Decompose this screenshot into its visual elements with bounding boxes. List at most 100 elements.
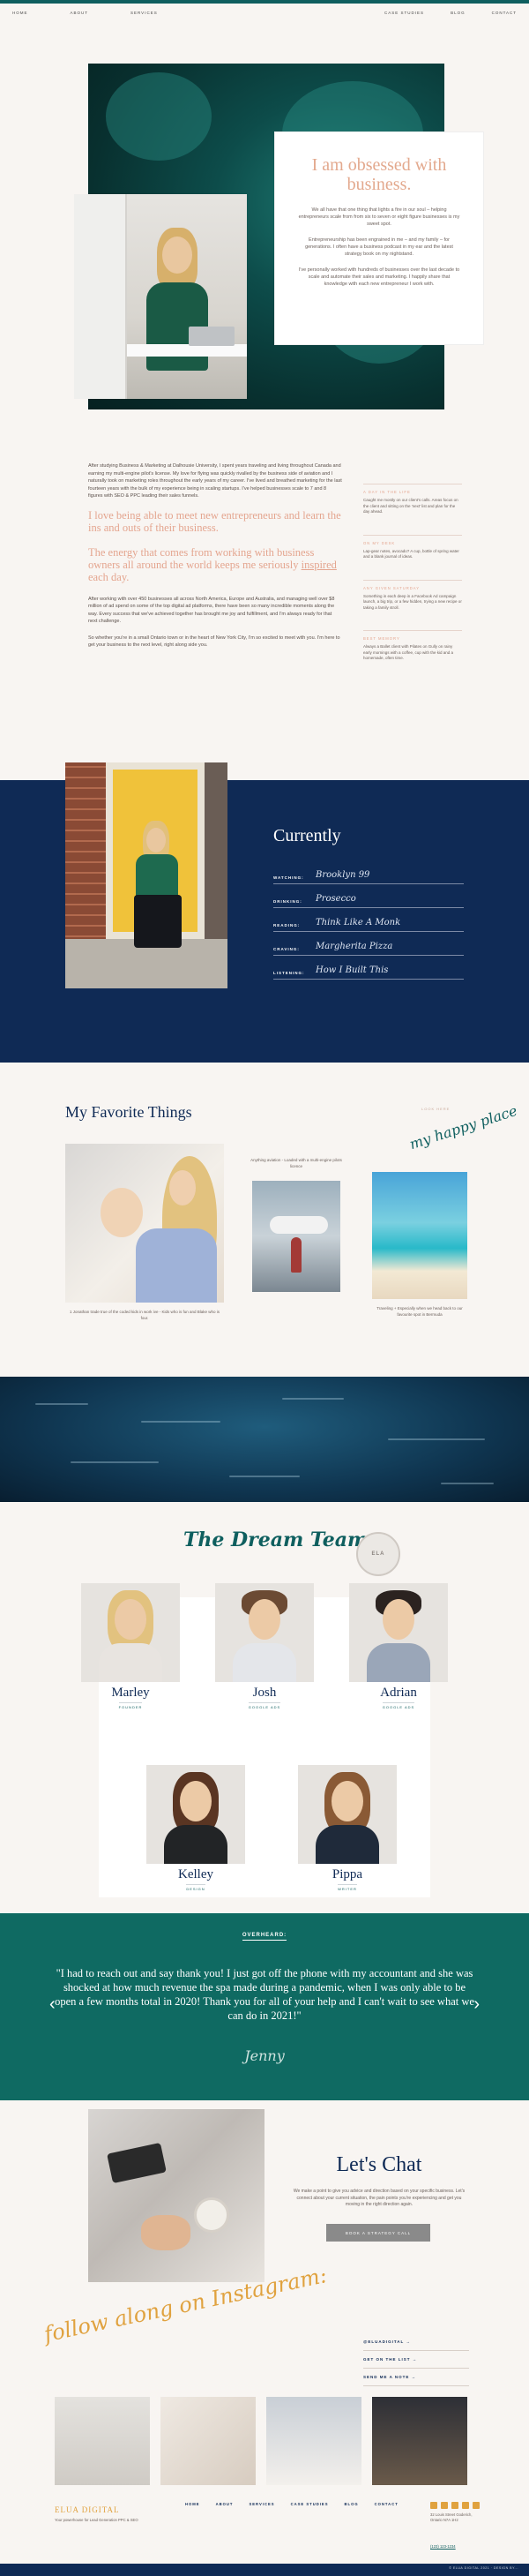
- photo-cabinet: [74, 194, 127, 399]
- get-on-list-link[interactable]: GET ON THE LIST →: [363, 2351, 469, 2369]
- currently-row: READING: Think Like A Monk: [273, 908, 464, 932]
- photo-shirt: [367, 1643, 430, 1682]
- book-strategy-call-button[interactable]: BOOK A STRATEGY CALL: [326, 2224, 430, 2242]
- team-title: The Dream Team: [183, 1528, 369, 1551]
- footer-phone-link[interactable]: (123) 123-1234: [430, 2544, 456, 2549]
- bio-paragraph-3: So whether you're in a small Ontario tow…: [88, 635, 340, 649]
- nav-right-group: CASE STUDIES BLOG CONTACT: [384, 11, 517, 15]
- photo-top: [99, 1643, 162, 1682]
- nav-about[interactable]: ABOUT: [71, 11, 89, 15]
- nav-services[interactable]: SERVICES: [130, 11, 158, 15]
- sidebar-fact-text: Something in each deep in a Facebook Ad …: [363, 593, 462, 610]
- nav-blog[interactable]: BLOG: [451, 11, 466, 15]
- currently-value: Think Like A Monk: [316, 918, 401, 928]
- member-photo: [146, 1765, 245, 1864]
- bio-sidebar: A DAY IN THE LIFE Caught me mostly on ou…: [363, 462, 462, 780]
- twitter-icon[interactable]: [462, 2502, 469, 2509]
- footer-nav-about[interactable]: ABOUT: [216, 2502, 234, 2506]
- testimonial-section: OVERHEARD: ‹ "I had to reach out and say…: [0, 1913, 529, 2100]
- coffee-phone-photo: [88, 2109, 264, 2282]
- quote-underlined-word: inspired: [301, 558, 337, 571]
- member-name: Adrian: [380, 1686, 417, 1700]
- sidebar-fact-text: Caught me mostly on our client's calls. …: [363, 498, 458, 514]
- favorite-things-title: My Favorite Things: [65, 1103, 192, 1121]
- bio-quote-2: The energy that comes from working with …: [88, 546, 342, 583]
- member-photo: [298, 1765, 397, 1864]
- member-name: Kelley: [178, 1867, 213, 1881]
- team-member-card: Josh GOOGLE ADS: [215, 1583, 314, 1710]
- travel-caption: Traveling + Especially when we head back…: [376, 1306, 463, 1317]
- wave-highlight: [441, 1483, 494, 1484]
- team-section: The Dream Team ELA Marley FOUNDER Josh G…: [0, 1502, 529, 1913]
- team-member-card: Adrian GOOGLE ADS: [349, 1583, 448, 1710]
- nav-home[interactable]: HOME: [12, 11, 28, 15]
- member-role: FOUNDER: [118, 1702, 143, 1709]
- member-role: DESIGN: [186, 1884, 205, 1891]
- chevron-right-icon[interactable]: ›: [473, 1994, 480, 2015]
- hero-section: I am obsessed with business. We all have…: [0, 21, 529, 409]
- footer-nav-blog[interactable]: BLOG: [345, 2502, 359, 2506]
- testimonial-quote: "I had to reach out and say thank you! I…: [55, 1967, 474, 2022]
- photo-face: [146, 828, 166, 852]
- hero-heading: I am obsessed with business.: [311, 155, 447, 194]
- currently-value: Margherita Pizza: [316, 942, 393, 951]
- photo-face: [383, 1599, 414, 1640]
- beach-photo: [372, 1172, 467, 1299]
- leaf-shape: [106, 72, 212, 161]
- footer-nav-services[interactable]: SERVICES: [249, 2502, 274, 2506]
- pinterest-icon[interactable]: [473, 2502, 480, 2509]
- sidebar-fact: ANY GIVEN SATURDAY Something in each dee…: [363, 579, 462, 612]
- testimonial-signature: Jenny: [244, 2047, 285, 2064]
- footer-nav-home[interactable]: HOME: [185, 2502, 200, 2506]
- linkedin-icon[interactable]: [451, 2502, 458, 2509]
- nav-case-studies[interactable]: CASE STUDIES: [384, 11, 424, 15]
- currently-row: WATCHING: Brooklyn 99: [273, 860, 464, 884]
- photo-face: [169, 1170, 196, 1205]
- wave-highlight: [141, 1421, 220, 1423]
- photo-desk: [127, 344, 247, 357]
- wave-highlight: [35, 1403, 88, 1405]
- send-note-link[interactable]: SEND ME A NOTE →: [363, 2369, 469, 2386]
- sidebar-fact: A DAY IN THE LIFE Caught me mostly on ou…: [363, 484, 462, 515]
- bio-paragraph-2: After working with over 450 businesses a…: [88, 596, 335, 625]
- member-name: Marley: [111, 1686, 150, 1700]
- family-photo: [65, 1144, 224, 1303]
- bio-section: After studying Business & Marketing at D…: [0, 409, 529, 780]
- aviation-photo: [252, 1181, 340, 1292]
- photo-face: [162, 237, 192, 274]
- currently-photo: [65, 762, 227, 988]
- currently-label: WATCHING:: [273, 875, 304, 880]
- currently-label: CRAVING:: [273, 947, 300, 951]
- instagram-icon[interactable]: [430, 2502, 437, 2509]
- photo-mug: [194, 2197, 229, 2233]
- footer-nav-contact[interactable]: CONTACT: [375, 2502, 399, 2506]
- favorite-things-section: My Favorite Things LOOK HERE my happy pl…: [0, 1063, 529, 1377]
- instagram-handle-link[interactable]: @ELUADIGITAL →: [363, 2333, 469, 2351]
- lets-chat-text: We make a point to give you advice and d…: [293, 2189, 466, 2207]
- copyright-text: © ELUA DIGITAL 2021 · DESIGN BY...: [449, 2566, 518, 2570]
- member-photo: [215, 1583, 314, 1682]
- main-nav: HOME ABOUT SERVICES CASE STUDIES BLOG CO…: [0, 4, 529, 21]
- footer-brand[interactable]: ELUA DIGITAL: [55, 2505, 120, 2514]
- currently-row: LISTENING: How I Built This: [273, 956, 464, 980]
- photo-top: [164, 1825, 227, 1864]
- photo-face: [249, 1599, 280, 1640]
- social-icons: [430, 2502, 480, 2509]
- sidebar-fact-title: BEST MEMORY: [363, 636, 400, 641]
- member-role: GOOGLE ADS: [382, 1702, 415, 1709]
- hero-portrait-photo: [74, 194, 247, 399]
- nav-contact[interactable]: CONTACT: [492, 11, 517, 15]
- photo-hand: [141, 2215, 190, 2250]
- member-name: Pippa: [332, 1867, 363, 1881]
- photo-face: [332, 1781, 363, 1821]
- photo-plane: [270, 1216, 328, 1234]
- nav-left-group: HOME ABOUT SERVICES: [12, 11, 158, 15]
- footer-nav-case-studies[interactable]: CASE STUDIES: [291, 2502, 329, 2506]
- facebook-icon[interactable]: [441, 2502, 448, 2509]
- footer-address: 32 Louis Street Goderich, Ontario N7A 1H…: [430, 2512, 473, 2522]
- photo-face: [115, 1599, 146, 1640]
- member-name: Josh: [252, 1686, 277, 1700]
- family-caption: 1 Jonathan trade true of the coded kids …: [69, 1310, 220, 1320]
- quote-part: The energy that comes from working with …: [88, 545, 315, 571]
- overheard-label: OVERHEARD:: [0, 1933, 529, 1941]
